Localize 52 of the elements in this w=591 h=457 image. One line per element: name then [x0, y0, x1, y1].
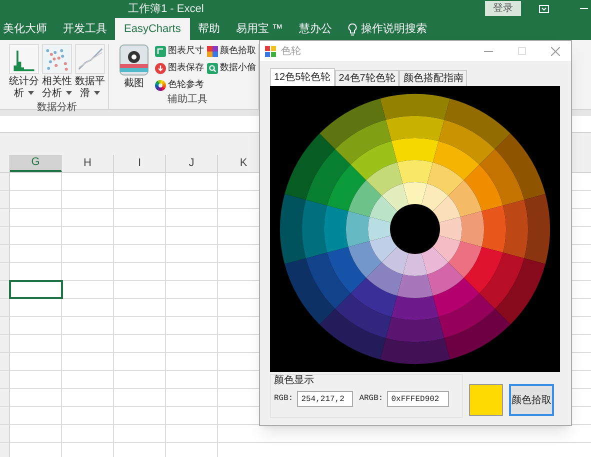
minimize-icon[interactable]: [580, 8, 588, 10]
rgb-label: RGB:: [274, 393, 294, 405]
dialog-title: 色轮: [281, 44, 301, 58]
ribbon-button[interactable]: 图表保存: [155, 61, 204, 75]
search-icon: [207, 62, 218, 74]
dialog-tab[interactable]: 24色7轮色轮: [334, 70, 400, 86]
ribbon-button[interactable]: 色轮参考: [155, 78, 204, 92]
app-icon: [265, 46, 276, 56]
rgb-field[interactable]: 254,217,2: [297, 391, 354, 407]
ribbon-button[interactable]: 相关性分析: [42, 44, 72, 100]
ribbon-tab[interactable]: 开发工具: [55, 18, 115, 40]
scatter-plot-icon: [42, 44, 72, 74]
minimize-icon[interactable]: [484, 50, 493, 52]
ribbon-button[interactable]: 数据小偷: [207, 61, 256, 75]
ribbon-tab[interactable]: 美化大师: [0, 18, 55, 40]
group-label: 颜色显示: [274, 375, 315, 387]
ribbon-button[interactable]: 截图: [119, 44, 149, 90]
dialog-tab[interactable]: 12色5轮色轮: [270, 68, 335, 86]
histogram-icon: [9, 44, 39, 74]
resize-icon: [155, 46, 166, 56]
ribbon-tab[interactable]: EasyCharts: [115, 18, 190, 40]
ribbon-tab[interactable]: 慧办公: [290, 18, 340, 40]
ribbon-button[interactable]: 数据平滑: [75, 44, 105, 100]
lightbulb-icon: [348, 22, 357, 36]
ribbon-tab[interactable]: 易用宝 ™: [228, 18, 291, 40]
line-chart-icon: [75, 44, 105, 74]
save-icon: [155, 62, 166, 74]
group-label: 辅助工具: [168, 92, 208, 107]
camera-icon: [119, 44, 149, 76]
close-icon[interactable]: [551, 46, 560, 56]
argb-field[interactable]: 0xFFFED902: [387, 391, 450, 407]
ribbon-display-icon[interactable]: [539, 5, 549, 13]
window-title: 工作簿1 - Excel: [128, 2, 204, 17]
ribbon-tab[interactable]: 帮助: [190, 18, 228, 40]
argb-label: ARGB:: [359, 393, 384, 405]
dialog-tab[interactable]: 颜色搭配指南: [399, 70, 468, 86]
color-wheel-icon: [155, 80, 166, 90]
ribbon-button[interactable]: 颜色拾取: [207, 44, 256, 58]
ribbon-button[interactable]: 统计分析: [9, 44, 39, 100]
ribbon-button[interactable]: 图表尺寸: [155, 44, 204, 58]
color-grid-icon: [207, 46, 218, 56]
column-header[interactable]: I: [114, 155, 166, 172]
pick-color-button[interactable]: 颜色拾取: [509, 384, 554, 416]
row-header[interactable]: [0, 281, 10, 298]
login-button[interactable]: 登录: [485, 1, 521, 16]
table-cell[interactable]: [10, 281, 62, 298]
group-label: 数据分析: [37, 100, 77, 115]
maximize-icon: [518, 47, 526, 55]
column-header[interactable]: H: [62, 155, 114, 172]
column-header[interactable]: G: [10, 155, 62, 172]
column-header[interactable]: J: [166, 155, 218, 172]
ribbon-tab[interactable]: 操作说明搜索: [340, 18, 435, 40]
